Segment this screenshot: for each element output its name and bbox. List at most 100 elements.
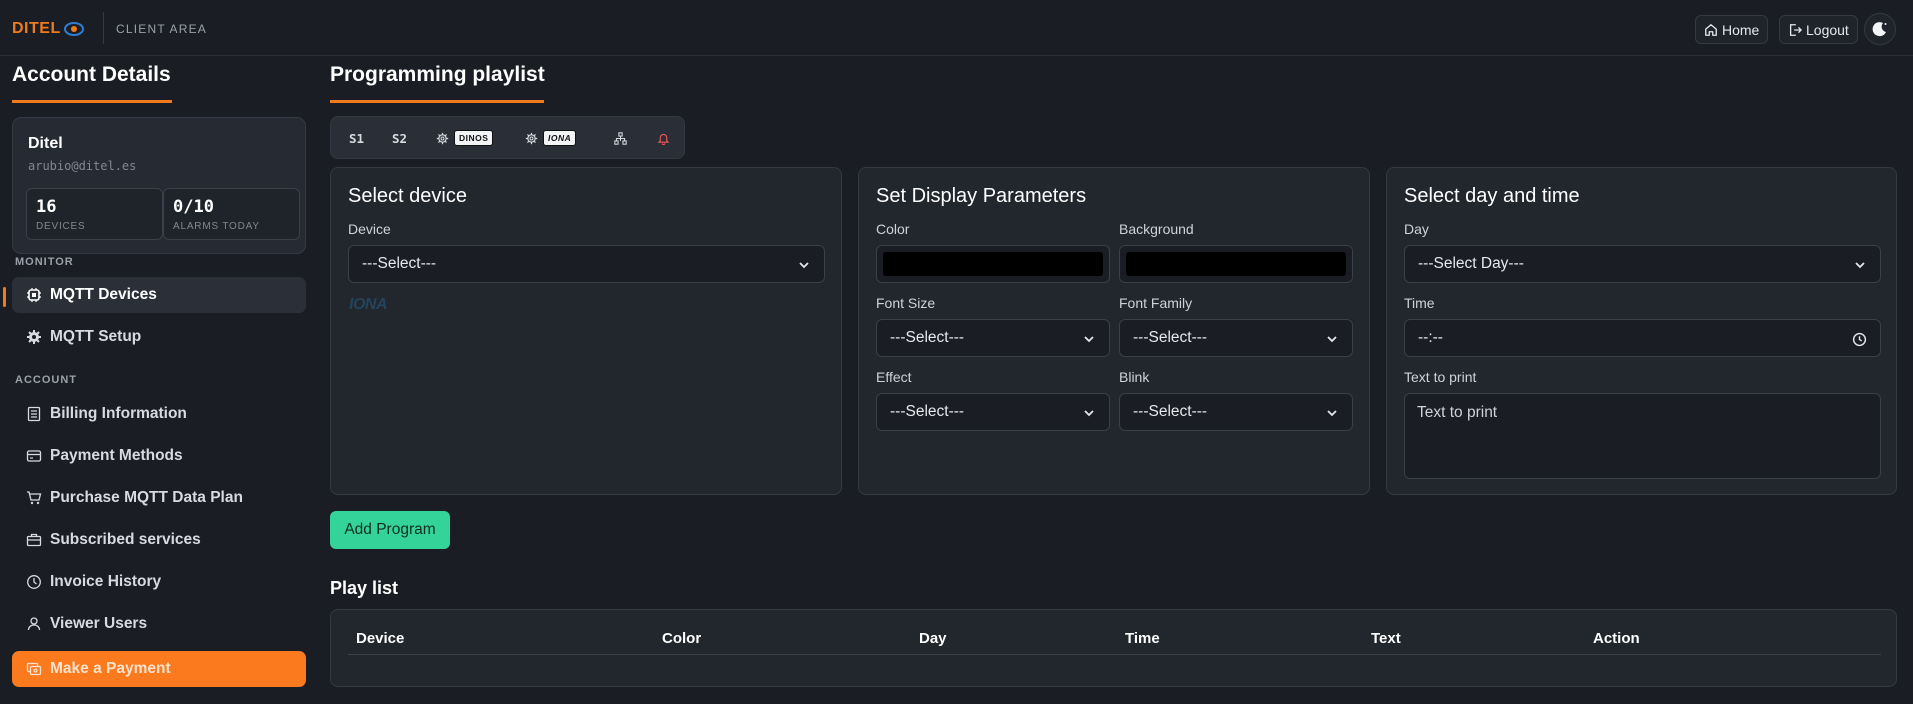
ditel-logo[interactable]: DITEL bbox=[12, 18, 84, 40]
day-select[interactable]: ---Select Day--- bbox=[1404, 245, 1881, 283]
day-select-value: ---Select Day--- bbox=[1418, 255, 1524, 272]
chevron-down-icon bbox=[1327, 336, 1337, 343]
clock-icon[interactable] bbox=[1852, 332, 1867, 347]
header-divider bbox=[103, 12, 104, 44]
blink-label: Blink bbox=[1119, 369, 1150, 385]
tab-iona[interactable]: IONA bbox=[525, 127, 577, 149]
color-label: Color bbox=[876, 221, 910, 237]
device-tabs: S1 S2 DINOS IONA bbox=[330, 116, 685, 159]
chevron-down-icon bbox=[799, 262, 809, 269]
logout-button[interactable]: Logout bbox=[1779, 15, 1858, 44]
account-name: Ditel bbox=[28, 135, 63, 152]
make-payment-button[interactable]: Make a Payment bbox=[12, 651, 306, 687]
clock-icon bbox=[26, 574, 42, 590]
alarms-count: 0/10 bbox=[173, 197, 214, 217]
sidebar-title: Account Details bbox=[12, 63, 171, 86]
sidebar-item-label: MQTT Setup bbox=[50, 328, 142, 345]
tab-network[interactable] bbox=[614, 127, 627, 149]
playlist-title: Play list bbox=[330, 578, 399, 598]
theme-toggle-button[interactable] bbox=[1864, 13, 1896, 45]
text-to-print-field[interactable]: Text to print bbox=[1404, 393, 1881, 479]
background-swatch bbox=[1126, 252, 1346, 276]
sidebar-title-underline bbox=[12, 100, 172, 103]
home-label: Home bbox=[1722, 21, 1760, 38]
day-time-panel: Select day and time Day ---Select Day---… bbox=[1386, 167, 1897, 495]
make-payment-label: Make a Payment bbox=[50, 660, 171, 677]
playlist-table: Device Color Day Time Text Action bbox=[330, 609, 1897, 687]
column-header-time: Time bbox=[1125, 630, 1160, 647]
sidebar-item-invoice-history[interactable]: Invoice History bbox=[12, 564, 306, 600]
font-family-label: Font Family bbox=[1119, 295, 1193, 311]
tab-label: S2 bbox=[392, 130, 408, 146]
background-color-picker[interactable] bbox=[1119, 245, 1353, 283]
effect-select[interactable]: ---Select--- bbox=[876, 393, 1110, 431]
home-button[interactable]: Home bbox=[1695, 15, 1769, 44]
page-title: Programming playlist bbox=[330, 63, 545, 86]
sidebar-item-label: Invoice History bbox=[50, 573, 162, 590]
font-size-value: ---Select--- bbox=[890, 329, 965, 346]
client-area-label: CLIENT AREA bbox=[116, 22, 208, 36]
effect-label: Effect bbox=[876, 369, 912, 385]
chevron-down-icon bbox=[1327, 410, 1337, 417]
eye-icon bbox=[63, 22, 84, 36]
header-divider bbox=[348, 654, 1881, 655]
font-size-select[interactable]: ---Select--- bbox=[876, 319, 1110, 357]
sidebar-item-label: Viewer Users bbox=[50, 615, 148, 632]
sidebar-item-label: MQTT Devices bbox=[50, 286, 157, 303]
time-input[interactable]: --:-- bbox=[1404, 319, 1881, 357]
alarms-label: ALARMS TODAY bbox=[173, 221, 260, 232]
tab-s1[interactable]: S1 bbox=[349, 127, 364, 149]
device-label: Device bbox=[348, 221, 391, 237]
time-value: --:-- bbox=[1418, 329, 1443, 346]
sidebar-item-label: Subscribed services bbox=[50, 531, 201, 548]
background-label: Background bbox=[1119, 221, 1194, 237]
devices-count: 16 bbox=[36, 197, 57, 217]
font-size-label: Font Size bbox=[876, 295, 936, 311]
blink-select[interactable]: ---Select--- bbox=[1119, 393, 1353, 431]
device-select[interactable]: ---Select--- bbox=[348, 245, 825, 283]
panel-title: Set Display Parameters bbox=[876, 185, 1087, 207]
sidebar-item-viewer-users[interactable]: Viewer Users bbox=[12, 606, 306, 642]
select-device-panel: Select device Device ---Select--- IONA bbox=[330, 167, 842, 495]
page-title-underline bbox=[330, 100, 544, 103]
logo-text: DITEL bbox=[12, 20, 61, 37]
add-program-button[interactable]: Add Program bbox=[330, 511, 450, 549]
sidebar-item-mqtt-setup[interactable]: MQTT Setup bbox=[12, 319, 306, 355]
column-header-text: Text bbox=[1371, 630, 1401, 647]
color-picker[interactable] bbox=[876, 245, 1110, 283]
time-label: Time bbox=[1404, 295, 1435, 311]
devices-label: DEVICES bbox=[36, 221, 86, 232]
logout-label: Logout bbox=[1806, 21, 1849, 38]
account-section-label: ACCOUNT bbox=[15, 374, 77, 386]
document-icon bbox=[26, 406, 42, 422]
column-header-day: Day bbox=[919, 630, 947, 647]
panel-title: Select device bbox=[348, 185, 467, 207]
tab-dinos[interactable]: DINOS bbox=[436, 127, 494, 149]
display-parameters-panel: Set Display Parameters Color Background … bbox=[858, 167, 1370, 495]
day-label: Day bbox=[1404, 221, 1429, 237]
sidebar-item-billing[interactable]: Billing Information bbox=[12, 396, 306, 432]
tab-alarms[interactable] bbox=[657, 127, 670, 149]
text-placeholder: Text to print bbox=[1417, 404, 1498, 421]
cart-icon bbox=[26, 490, 42, 506]
tab-label: S1 bbox=[349, 130, 365, 146]
sidebar-item-mqtt-devices[interactable]: MQTT Devices bbox=[12, 277, 306, 313]
column-header-color: Color bbox=[662, 630, 702, 647]
dinos-badge: DINOS bbox=[454, 130, 494, 146]
font-family-select[interactable]: ---Select--- bbox=[1119, 319, 1353, 357]
chevron-down-icon bbox=[1855, 262, 1865, 269]
sidebar-item-purchase-plan[interactable]: Purchase MQTT Data Plan bbox=[12, 480, 306, 516]
gear-icon bbox=[26, 329, 42, 345]
sidebar-item-label: Billing Information bbox=[50, 405, 187, 422]
iona-badge: IONA bbox=[543, 130, 577, 146]
logout-icon bbox=[1789, 23, 1802, 36]
effect-value: ---Select--- bbox=[890, 403, 965, 420]
sidebar-item-subscribed-services[interactable]: Subscribed services bbox=[12, 522, 306, 558]
color-swatch bbox=[883, 252, 1103, 276]
chevron-down-icon bbox=[1084, 336, 1094, 343]
tab-s2[interactable]: S2 bbox=[392, 127, 407, 149]
moon-icon bbox=[1872, 22, 1887, 37]
top-bar: DITEL CLIENT AREA Home Logout bbox=[0, 0, 1913, 56]
sidebar-item-payment-methods[interactable]: Payment Methods bbox=[12, 438, 306, 474]
font-family-value: ---Select--- bbox=[1133, 329, 1208, 346]
